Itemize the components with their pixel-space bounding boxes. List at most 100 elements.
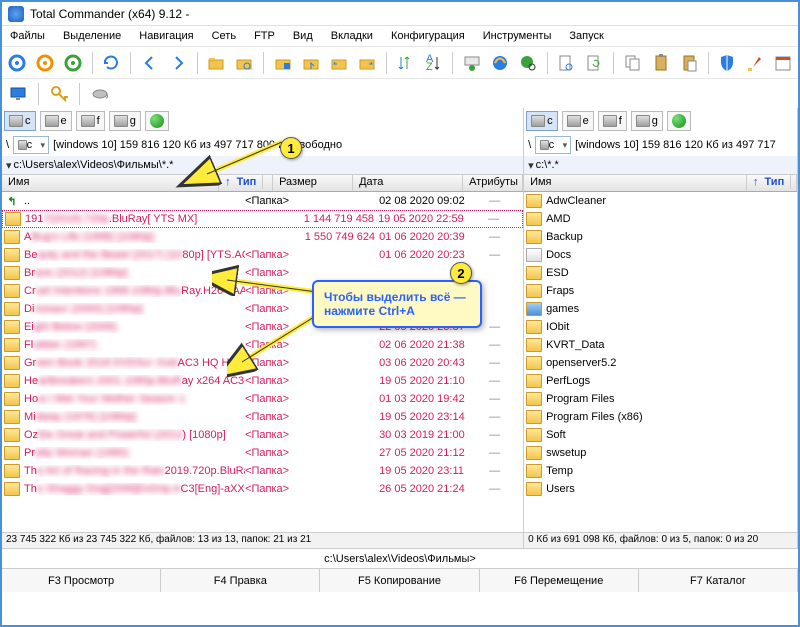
menu-tabs[interactable]: Вкладки [327,28,377,44]
file-row[interactable]: Fraps [524,282,797,300]
menu-config[interactable]: Конфигурация [387,28,469,44]
sort-az-icon[interactable]: AZ [422,51,444,75]
file-row[interactable]: The Shaggy Dog[2006]DvDrip AC3[Eng]-aXXo… [2,480,523,498]
drive-net-left[interactable] [145,111,169,131]
file-row[interactable]: Temp [524,462,797,480]
drive-f-left[interactable]: f [76,111,105,131]
ie-icon[interactable] [489,51,511,75]
gear-blue-icon[interactable] [6,51,28,75]
menu-ftp[interactable]: FTP [250,28,279,44]
file-row[interactable]: Docs [524,246,797,264]
file-row[interactable]: KVRT_Data [524,336,797,354]
file-row[interactable]: Soft [524,426,797,444]
drive-e-right[interactable]: e [562,111,594,131]
folder-blue-icon[interactable] [272,51,294,75]
folder-right-icon[interactable] [356,51,378,75]
file-row[interactable]: Oz the Great and Powerful (2013) [1080p]… [2,426,523,444]
file-row[interactable]: AdwCleaner [524,192,797,210]
file-row[interactable]: 1917(2019).720p.BluRay[ YTS MX]1 144 719… [2,210,523,228]
clipboard-icon[interactable] [650,51,672,75]
drive-c-left[interactable]: c [4,111,36,131]
file-row[interactable]: swsetup [524,444,797,462]
file-row[interactable]: games [524,300,797,318]
f7-mkdir[interactable]: F7 Каталог [639,569,798,592]
ftp-icon[interactable] [461,51,483,75]
right-path[interactable]: ▾c:\*.* [524,156,797,174]
globe-icon [672,114,686,128]
right-file-list[interactable]: AdwCleanerAMDBackupDocsESDFrapsgamesIObi… [524,192,797,532]
file-row[interactable]: Midway (1976) [1080p]<Папка>19 05 2020 2… [2,408,523,426]
menu-tools[interactable]: Инструменты [479,28,556,44]
folder-icon [4,428,20,442]
drive-f-right[interactable]: f [598,111,627,131]
file-row[interactable]: Users [524,480,797,498]
forward-icon[interactable] [167,51,189,75]
updir-row[interactable]: ↰ .. <Папка> 02 08 2020 09:02 — [2,192,523,210]
menu-run[interactable]: Запуск [565,28,607,44]
col-name-r[interactable]: Имя [524,175,747,191]
right-pane: c e f g \ c [windows 10] 159 816 120 Кб … [524,108,798,548]
refresh-icon[interactable] [100,51,122,75]
key-icon[interactable] [47,82,71,106]
doc-refresh-icon[interactable] [583,51,605,75]
f3-view[interactable]: F3 Просмотр [2,569,161,592]
file-row[interactable]: Program Files [524,390,797,408]
menu-net[interactable]: Сеть [208,28,240,44]
gear-orange-icon[interactable] [34,51,56,75]
back-icon[interactable] [139,51,161,75]
file-row[interactable]: The Art of Racing in the Rain 2019.720p.… [2,462,523,480]
f5-copy[interactable]: F5 Копирование [320,569,479,592]
menu-view[interactable]: Вид [289,28,317,44]
file-row[interactable]: PerfLogs [524,372,797,390]
file-row[interactable]: How I Met Your Mother Season 1<Папка>01 … [2,390,523,408]
file-row[interactable]: Program Files (x86) [524,408,797,426]
shield-icon[interactable] [716,51,738,75]
right-col-headers[interactable]: Имя ↑Тип [524,174,797,192]
folder-icon [4,230,20,244]
menu-selection[interactable]: Выделение [59,28,125,44]
folder-up-icon[interactable] [205,51,227,75]
right-drive-combo[interactable]: c [535,136,571,154]
file-row[interactable]: IObit [524,318,797,336]
commandline: c:\Users\alex\Videos\Фильмы> [2,548,798,568]
folder-icon [526,338,542,352]
file-row[interactable]: Pretty Woman (1990)<Папка>27 05 2020 21:… [2,444,523,462]
drive-g-left[interactable]: g [109,111,141,131]
menu-files[interactable]: Файлы [6,28,49,44]
folder-icon [526,410,542,424]
sort-blue-icon[interactable] [394,51,416,75]
f4-edit[interactable]: F4 Правка [161,569,320,592]
drive-g-right[interactable]: g [631,111,663,131]
file-row[interactable]: Backup [524,228,797,246]
right-drive-combo-row: \ c [windows 10] 159 816 120 Кб из 497 7… [524,134,797,156]
doc-search-icon[interactable] [555,51,577,75]
folder-icon [4,338,20,352]
globe-search-icon[interactable] [517,51,539,75]
f6-move[interactable]: F6 Перемещение [480,569,639,592]
special-folder-icon [526,302,542,316]
app-icon [8,6,24,22]
brush-icon[interactable] [744,51,766,75]
file-row[interactable]: openserver5.2 [524,354,797,372]
col-date[interactable]: Дата [353,175,463,191]
file-row[interactable]: AMD [524,210,797,228]
file-row[interactable]: A Bug's Life (1998) [1080p]1 550 749 624… [2,228,523,246]
left-drive-combo[interactable]: c [13,136,49,154]
col-attr[interactable]: Атрибуты [463,175,523,191]
drive-e-left[interactable]: e [40,111,72,131]
copy-icon[interactable] [622,51,644,75]
drive-c-right[interactable]: c [526,111,558,131]
calendar-icon[interactable] [772,51,794,75]
plug-icon[interactable] [88,82,112,106]
file-row[interactable]: ESD [524,264,797,282]
folder-search-icon[interactable] [233,51,255,75]
col-type-r[interactable]: ↑Тип [747,175,797,191]
drive-net-right[interactable] [667,111,691,131]
folder-icon [526,266,542,280]
gear-green-icon[interactable] [62,51,84,75]
monitor-icon[interactable] [6,82,30,106]
folder-left-icon[interactable] [328,51,350,75]
folder-arrow-icon[interactable] [300,51,322,75]
menu-navigation[interactable]: Навигация [135,28,197,44]
paste-icon[interactable] [678,51,700,75]
